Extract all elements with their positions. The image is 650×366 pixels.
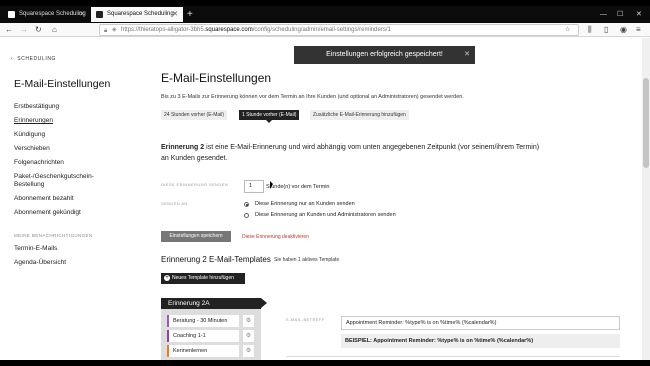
sidebar-item-abonnement-bezahlt[interactable]: Abonnement bezahlt (14, 195, 74, 203)
reminder-2a-header[interactable]: Erinnerung 2A (161, 298, 267, 309)
plus-icon: + (164, 275, 170, 281)
subject-input[interactable]: Appointment Reminder: %type% is on %time… (341, 316, 620, 330)
subject-label: E-MAIL-BETREFF (286, 317, 325, 322)
new-tab-icon[interactable]: + (187, 6, 193, 23)
gear-icon[interactable]: ⚙ (243, 330, 254, 342)
sidebar-item-erstbestaetigung[interactable]: Erstbestätigung (14, 103, 59, 111)
reminder-description: Erinnerung 2 ist eine E-Mail-Erinnerung … (161, 142, 541, 164)
star-icon[interactable]: ☆ (565, 24, 570, 36)
tab-add-reminder[interactable]: Zusätzliche E-Mail-Erinnerung hinzufügen (310, 110, 409, 120)
lock-icon: 🔒︎ (104, 28, 108, 34)
subject-example: BEISPIEL: Appointment Reminder: %type% i… (341, 334, 620, 348)
home-icon[interactable]: ⌂ (52, 24, 57, 36)
main-content: Einstellungen erfolgreich gespeichert! ✕… (148, 38, 642, 360)
browser-window: Squarespace Scheduling ✕ Squarespace Sch… (0, 6, 650, 360)
template-item[interactable]: Coaching 1-1 (167, 330, 239, 342)
toast-message: Einstellungen erfolgreich gespeichert! (326, 51, 443, 58)
sidebar-item-paket-line1[interactable]: Paket-/Geschenkgutschein- (14, 173, 94, 181)
sidebar-item-paket-line2[interactable]: Bestellung (14, 181, 44, 189)
shield-icon: ◈ (112, 27, 117, 33)
close-tab-icon[interactable]: ✕ (172, 7, 178, 22)
menu-icon[interactable]: ≡ (636, 24, 641, 36)
close-toast-icon[interactable]: ✕ (464, 46, 470, 64)
tab-title: Squarespace Scheduling (107, 11, 174, 17)
navigation-bar: ← → ↻ ⌂ ◈ 🔒︎ https://thieratops-alligato… (0, 23, 650, 37)
sidebar-item-folgenachrichten[interactable]: Folgenachrichten (14, 159, 64, 167)
url-path: /config/scheduling/admin/email-settings/… (252, 27, 391, 33)
section-label: MEINE BENACHRICHTIGUNGEN (14, 233, 93, 238)
radio-label-customers-only[interactable]: Diese Erinnerung nur an Kunden senden (255, 201, 355, 207)
close-tab-icon[interactable]: ✕ (79, 7, 85, 22)
minimize-icon[interactable]: — (600, 6, 607, 23)
browser-tab-1[interactable]: Squarespace Scheduling ✕ (3, 7, 90, 22)
sidebar-title: E-Mail-Einstellungen (14, 78, 111, 90)
sidebar-item-erinnerungen[interactable]: Erinnerungen (14, 117, 53, 125)
description-text: ist eine E-Mail-Erinnerung und wird abhä… (161, 144, 540, 162)
send-to-label: SENDEN AN (161, 201, 188, 206)
close-window-icon[interactable]: ✕ (636, 6, 642, 23)
template-list: Beratung - 30 Minuten ⚙ Coaching 1-1 ⚙ K… (161, 309, 261, 360)
new-template-button[interactable]: + Neues Template hinzufügen (161, 273, 245, 284)
templates-title: Erinnerung 2 E-Mail-Templates (161, 255, 271, 264)
address-bar[interactable]: ◈ 🔒︎ https://thieratops-alligator-3bh5.s… (99, 24, 579, 36)
templates-subtitle: Sie haben 1 aktives Template (274, 257, 340, 263)
sidebar-icon[interactable]: ▯ (604, 24, 608, 36)
template-item[interactable]: Beratung - 30 Minuten (167, 315, 239, 327)
template-item[interactable]: Kennenlernen (167, 345, 239, 357)
tab-1-hour[interactable]: 1 Stunde vorher (E-Mail) (239, 110, 300, 123)
mouse-cursor-icon (270, 181, 273, 189)
url-domain: squarespace.com (205, 27, 253, 33)
radio-customers-and-admins[interactable] (244, 213, 249, 218)
squarespace-favicon-icon (8, 11, 15, 18)
scrollbar-thumb[interactable] (643, 78, 649, 168)
squarespace-favicon-icon (96, 11, 103, 18)
save-settings-button[interactable]: Einstellungen speichern (161, 231, 231, 242)
account-icon[interactable]: ◉ (620, 24, 627, 36)
maximize-icon[interactable]: ☐ (617, 6, 623, 23)
radio-customers-only[interactable] (244, 202, 249, 207)
forward-arrow-icon[interactable]: → (20, 24, 28, 36)
reload-icon[interactable]: ↻ (35, 24, 42, 36)
browser-tab-2[interactable]: Squarespace Scheduling ✕ (91, 7, 183, 22)
screen-frame: Squarespace Scheduling ✕ Squarespace Sch… (0, 0, 650, 366)
deactivate-reminder-link[interactable]: Diese Erinnerung deaktivieren (242, 234, 309, 240)
library-icon[interactable]: ⫼ (588, 24, 592, 36)
sidebar-item-agenda[interactable]: Agenda-Übersicht (14, 259, 66, 267)
sidebar-item-kuendigung[interactable]: Kündigung (14, 131, 45, 139)
back-arrow-icon[interactable]: ← (5, 24, 13, 36)
success-toast: Einstellungen erfolgreich gespeichert! ✕ (294, 46, 475, 64)
example-text: BEISPIEL: Appointment Reminder: %type% i… (345, 338, 534, 344)
back-label: SCHEDULING (17, 56, 57, 62)
gear-icon[interactable]: ⚙ (243, 345, 254, 357)
gear-icon[interactable]: ⚙ (243, 315, 254, 327)
tab-title: Squarespace Scheduling (19, 11, 86, 17)
sidebar-item-termin-emails[interactable]: Termin-E-Mails (14, 245, 57, 253)
new-template-label: Neues Template hinzufügen (172, 275, 234, 281)
sidebar-item-abonnement-gekuendigt[interactable]: Abonnement gekündigt (14, 209, 81, 217)
tab-24-hours[interactable]: 24 Stunden vorher (E-Mail) (161, 110, 228, 120)
tab-bar: Squarespace Scheduling ✕ Squarespace Sch… (0, 6, 650, 23)
editor-toolbar[interactable] (286, 356, 620, 360)
hours-input[interactable]: 1 (244, 180, 264, 193)
send-label: DIESE ERINNERUNG SENDEN (161, 182, 228, 187)
intro-text: Bis zu 3 E-Mails zur Erinnerung können v… (161, 94, 464, 100)
url-prefix: https://thieratops-alligator-3bh5. (121, 27, 206, 33)
sidebar-item-verschieben[interactable]: Verschieben (14, 145, 50, 153)
sidebar: ‹ SCHEDULING E-Mail-Einstellungen Erstbe… (0, 38, 148, 360)
back-to-scheduling-link[interactable]: ‹ SCHEDULING (11, 56, 56, 62)
radio-label-customers-and-admins[interactable]: Diese Erinnerung an Kunden und Administr… (255, 212, 396, 218)
page-scrollbar[interactable] (642, 38, 650, 360)
hours-unit: Stunde(n) vor dem Termin (266, 184, 330, 190)
description-bold: Erinnerung 2 (161, 144, 205, 151)
page-title: E-Mail-Einstellungen (161, 71, 272, 85)
